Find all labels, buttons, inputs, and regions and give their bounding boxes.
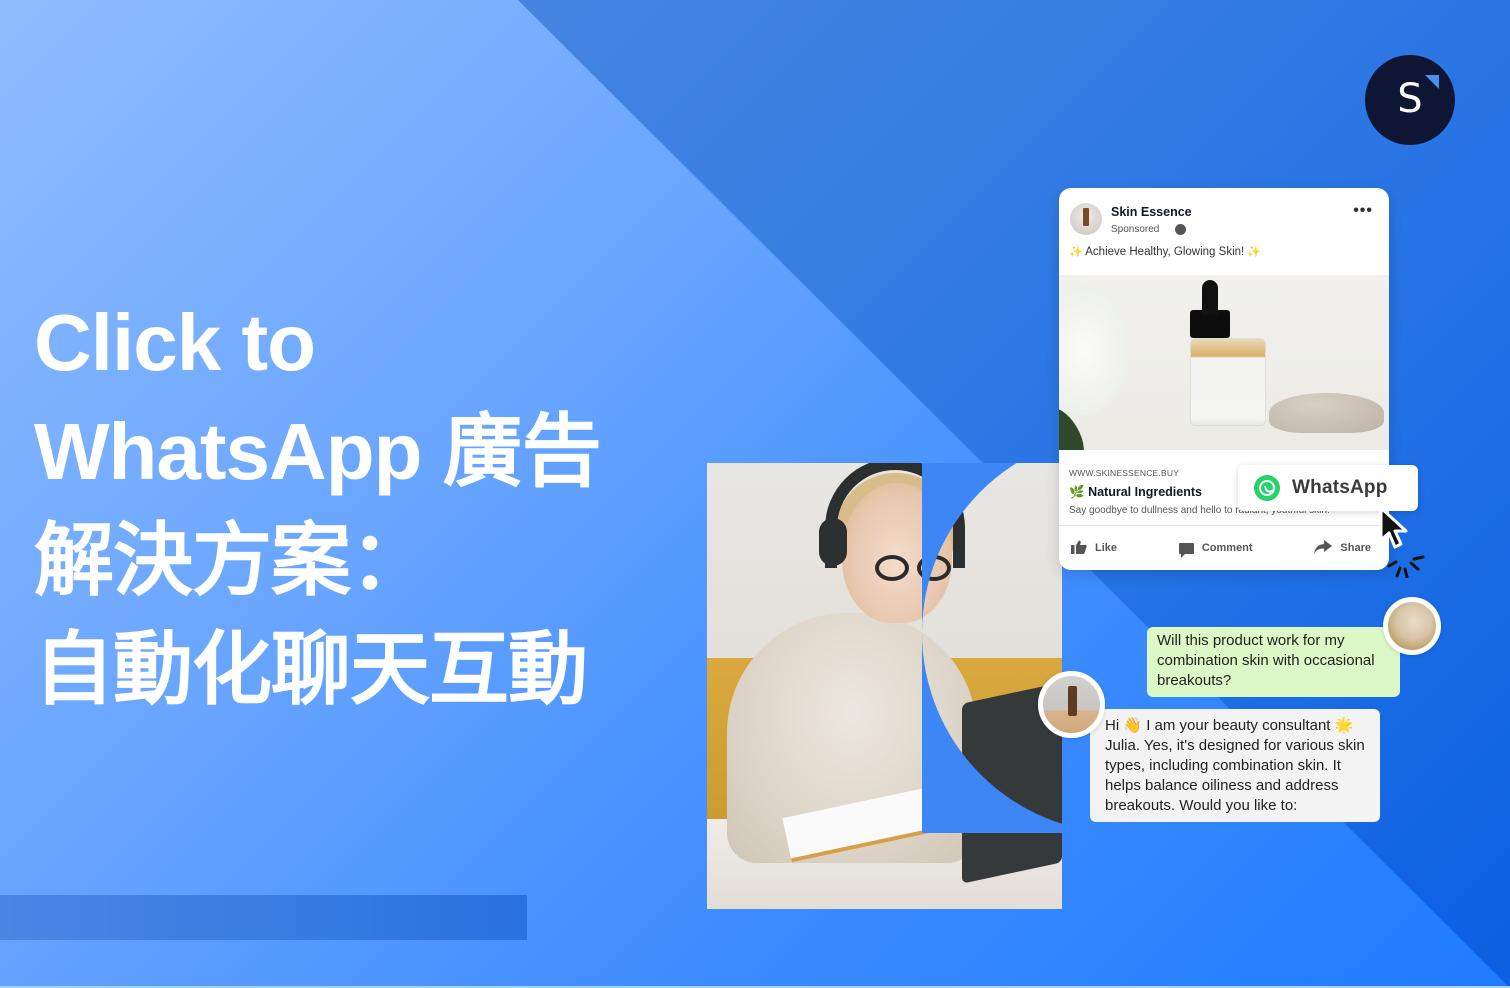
share-icon xyxy=(1314,540,1333,556)
serum-bottle-dropper xyxy=(1202,280,1218,315)
ad-headline-text: Natural Ingredients xyxy=(1088,485,1202,499)
page-name[interactable]: Skin Essence xyxy=(1111,205,1192,219)
share-label: Share xyxy=(1340,542,1371,554)
logo-accent-triangle-icon xyxy=(1425,75,1439,89)
globe-icon xyxy=(1175,224,1186,235)
whatsapp-cta-button[interactable]: WhatsApp xyxy=(1238,465,1418,511)
stone xyxy=(1269,393,1384,433)
serum-bottle-body xyxy=(1190,338,1266,426)
sparkle-icon: ✨ xyxy=(1247,246,1262,258)
ad-tagline: ✨ Achieve Healthy, Glowing Skin! ✨ xyxy=(1069,245,1261,258)
woman-with-laptop-photo xyxy=(707,463,1062,909)
bot-chat-bubble: Hi 👋 I am your beauty consultant 🌟 Julia.… xyxy=(1090,709,1380,822)
thumbs-up-icon xyxy=(1071,540,1087,556)
brand-logo[interactable]: S xyxy=(1365,55,1455,145)
whatsapp-cta-label: WhatsApp xyxy=(1292,477,1388,498)
ad-action-bar: Like Comment Share xyxy=(1059,533,1389,563)
comment-icon xyxy=(1178,542,1194,558)
ad-headline[interactable]: 🌿 Natural Ingredients xyxy=(1069,485,1202,500)
user-chat-bubble: Will this product work for my combinatio… xyxy=(1147,627,1400,697)
like-button[interactable]: Like xyxy=(1071,540,1117,556)
serum-bottle-image[interactable] xyxy=(1059,275,1389,450)
click-burst-icon xyxy=(1387,555,1425,578)
sponsored-label: Sponsored xyxy=(1111,224,1160,235)
lily-flower xyxy=(1059,285,1129,415)
headline-line-2: WhatsApp 廣告 xyxy=(34,407,602,496)
bot-avatar xyxy=(1038,671,1105,738)
headline-line-3: 解決方案： xyxy=(34,516,430,605)
page-headline: Click to WhatsApp 廣告 解決方案： 自動化聊天互動 xyxy=(34,288,602,724)
decorative-bottom-bar xyxy=(0,895,527,940)
headline-line-4: 自動化聊天互動 xyxy=(34,625,588,714)
star-icon: 🌟 xyxy=(1334,717,1354,734)
ad-tagline-text: Achieve Healthy, Glowing Skin! xyxy=(1085,246,1245,258)
share-button[interactable]: Share xyxy=(1314,540,1371,556)
waving-hand-icon: 👋 xyxy=(1123,717,1143,734)
user-avatar xyxy=(1383,597,1441,655)
page-avatar[interactable] xyxy=(1070,203,1102,235)
ad-divider xyxy=(1059,525,1389,526)
herb-icon: 🌿 xyxy=(1069,485,1085,499)
more-options-icon[interactable]: ••• xyxy=(1353,202,1373,220)
headline-line-1: Click to xyxy=(34,298,316,387)
bot-body: Julia. Yes, it's designed for various sk… xyxy=(1105,737,1365,814)
bot-intro: I am your beauty consultant xyxy=(1142,717,1331,734)
like-label: Like xyxy=(1095,542,1118,554)
headphone-cup xyxy=(819,518,847,566)
bot-greeting: Hi xyxy=(1105,717,1120,734)
whatsapp-icon xyxy=(1254,475,1280,501)
facebook-ad-card[interactable]: Skin Essence Sponsored ••• ✨ Achieve Hea… xyxy=(1059,188,1389,570)
sparkle-icon: ✨ xyxy=(1069,246,1083,258)
mouse-cursor-icon xyxy=(1379,506,1408,549)
logo-letter: S xyxy=(1397,76,1423,122)
ad-url[interactable]: WWW.SKINESSENCE.BUY xyxy=(1069,468,1179,478)
comment-label: Comment xyxy=(1201,542,1253,554)
comment-button[interactable]: Comment xyxy=(1178,542,1253,558)
